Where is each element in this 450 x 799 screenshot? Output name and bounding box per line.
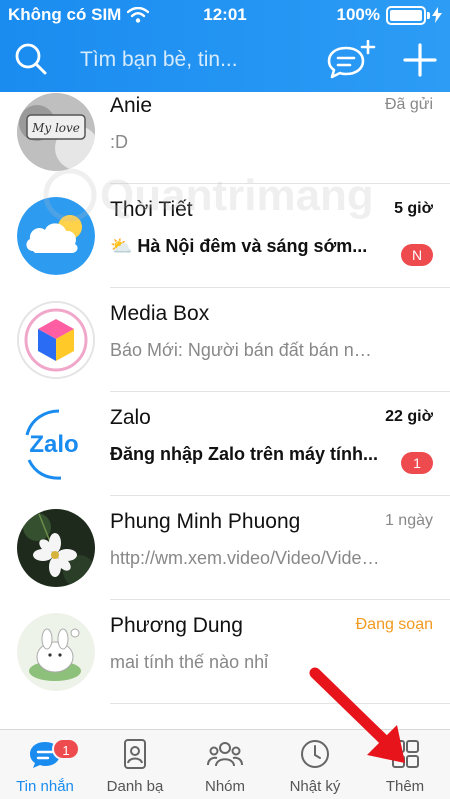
conversation-item[interactable]: My love Anie :D Đã gửi: [0, 92, 450, 184]
charging-icon: [432, 7, 442, 23]
unread-badge: N: [401, 244, 433, 266]
message-time: 22 giờ: [385, 408, 433, 425]
divider: [110, 703, 450, 704]
tab-timeline[interactable]: Nhật ký: [270, 730, 360, 799]
tab-label: Danh bạ: [106, 778, 164, 795]
contact-name: Zalo: [110, 406, 151, 429]
avatar: My love: [17, 93, 95, 171]
tab-label: Thêm: [385, 778, 425, 795]
message-preview: Báo Mới: Người bán đất bán nhà...: [110, 340, 380, 360]
message-preview: http://wm.xem.video/Video/Videos: [110, 548, 380, 568]
bunny-sticker: [17, 613, 95, 691]
my-love-photo: My love: [17, 93, 95, 171]
contact-name: Phương Dung: [110, 614, 243, 637]
avatar: Zalo: [17, 405, 95, 483]
contacts-icon: [124, 739, 146, 769]
message-preview: Đăng nhập Zalo trên máy tính...: [110, 444, 379, 464]
message-preview: ⛅ Hà Nội đêm và sáng sớm...: [110, 236, 368, 256]
message-status: Đã gửi: [384, 96, 433, 113]
conversation-list: My love Anie :D Đã gửi Thời Tiết ⛅ Hà Nộ…: [0, 92, 450, 729]
group-icon: [207, 742, 243, 767]
conversation-item[interactable]: Zalo Zalo Đăng nhập Zalo trên máy tính..…: [0, 392, 450, 496]
tab-contacts[interactable]: Danh bạ: [90, 730, 180, 799]
tab-unread-badge: 1: [52, 738, 80, 760]
typing-indicator: Đang soạn: [355, 616, 433, 633]
search-input[interactable]: Tìm bạn bè, tin...: [80, 48, 238, 72]
contact-name: Thời Tiết: [110, 198, 193, 221]
message-time: 5 giờ: [394, 200, 433, 217]
zalo-logo: Zalo: [17, 405, 95, 483]
bottom-tab-bar: 1 Tin nhắn Danh bạ Nhóm Nhật ký Thêm: [0, 729, 450, 799]
svg-text:My love: My love: [31, 121, 80, 135]
unread-badge: 1: [401, 452, 433, 474]
app-header: Không có SIM 12:01 100% Tìm bạn bè, tin.…: [0, 0, 450, 92]
message-time: 1 ngày: [384, 512, 433, 529]
search-icon[interactable]: [14, 42, 48, 76]
status-bar: Không có SIM 12:01 100%: [0, 0, 450, 32]
weather-cloud-icon: [17, 197, 95, 275]
avatar: [17, 509, 95, 587]
tab-label: Tin nhắn: [16, 778, 74, 795]
svg-text:Zalo: Zalo: [29, 431, 78, 458]
battery-icon: [386, 5, 430, 25]
tab-label: Nhóm: [204, 778, 245, 795]
contact-name: Anie: [110, 94, 153, 117]
message-preview: :D: [110, 132, 128, 152]
contact-name: Media Box: [110, 302, 210, 325]
tab-messages[interactable]: 1 Tin nhắn: [0, 730, 90, 799]
avatar: [17, 197, 95, 275]
battery-percent: 100%: [336, 5, 380, 24]
conversation-item[interactable]: Thời Tiết ⛅ Hà Nội đêm và sáng sớm... 5 …: [0, 184, 450, 288]
add-group-chat-icon[interactable]: [326, 40, 376, 80]
battery-status: 100%: [337, 5, 442, 25]
conversation-item[interactable]: Phung Minh Phuong http://wm.xem.video/Vi…: [0, 496, 450, 600]
tab-label: Nhật ký: [289, 778, 341, 795]
avatar: [17, 613, 95, 691]
contact-name: Phung Minh Phuong: [110, 510, 301, 533]
flower-photo: [17, 509, 95, 587]
add-icon[interactable]: [402, 42, 438, 78]
search-bar: Tìm bạn bè, tin...: [0, 32, 450, 92]
media-box-cube-icon: [19, 303, 93, 377]
avatar: [17, 301, 95, 379]
conversation-item[interactable]: Media Box Báo Mới: Người bán đất bán nhà…: [0, 288, 450, 392]
conversation-item[interactable]: Phương Dung mai tính thế nào nhỉ Đang so…: [0, 600, 450, 704]
message-preview: mai tính thế nào nhỉ: [110, 652, 269, 672]
tab-more[interactable]: Thêm: [360, 730, 450, 799]
tab-groups[interactable]: Nhóm: [180, 730, 270, 799]
clock-icon: [301, 740, 329, 768]
grid-icon: [392, 740, 419, 768]
